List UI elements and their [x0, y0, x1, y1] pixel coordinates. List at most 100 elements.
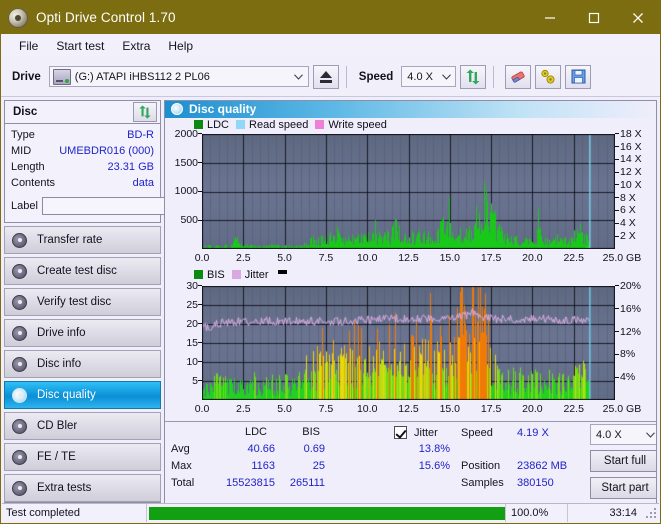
y2-tick-label: 2 X	[620, 230, 636, 243]
sidebar-item-verify-test-disc[interactable]: Verify test disc	[4, 288, 161, 316]
chevron-down-icon	[437, 73, 455, 80]
content-header: Disc quality	[165, 101, 656, 118]
progress-bar	[149, 506, 505, 520]
sidebar: Disc Type BD-R MID UMEBDR016 (000) Lengt…	[4, 100, 246, 516]
resize-grip[interactable]	[645, 504, 659, 522]
sidebar-item-transfer-rate[interactable]: Transfer rate	[4, 226, 161, 254]
x-tick-label: 7.5	[318, 251, 334, 264]
disc-refresh-button[interactable]	[133, 102, 157, 122]
wrench-icon	[541, 69, 555, 83]
menu-start-test[interactable]: Start test	[47, 36, 113, 56]
menu-file[interactable]: File	[10, 36, 47, 56]
position-stat-label: Position	[461, 460, 501, 473]
disc-key-mid: MID	[11, 145, 32, 157]
y2-tick-mark	[615, 222, 619, 224]
legend-swatch-write-speed	[315, 120, 325, 130]
stats-row-total: Total	[171, 477, 195, 490]
stats-speed-select[interactable]: 4.0 X	[590, 424, 656, 446]
eject-button[interactable]	[312, 64, 339, 89]
x-tick-label: 2.5	[235, 402, 251, 415]
disc-row-length: Length 23.31 GB	[5, 159, 160, 175]
y-tick-label: 500	[180, 214, 198, 227]
jitter-checkbox[interactable]	[394, 426, 407, 440]
y-tick-label: 30	[186, 279, 198, 292]
disc-value-mid: UMEBDR016 (000)	[59, 145, 154, 157]
ldc-chart: LDC Read speed Write speed 2000 1500 1000 5…	[165, 118, 656, 268]
start-full-button[interactable]: Start full	[590, 450, 656, 473]
y2-tick-mark	[615, 184, 619, 186]
y2-tick-mark	[615, 133, 619, 135]
x-tick-label: 17.5	[480, 402, 502, 415]
erase-button[interactable]	[505, 64, 532, 89]
sidebar-item-disc-quality[interactable]: Disc quality	[4, 381, 161, 409]
speed-select-value: 4.0 X	[407, 70, 433, 83]
status-message: Test completed	[6, 507, 80, 519]
sidebar-item-create-test-disc[interactable]: Create test disc	[4, 257, 161, 285]
y2-tick-mark	[615, 171, 619, 173]
y-tick-label: 1000	[174, 185, 198, 198]
legend-marker-black	[277, 269, 287, 274]
x-tick-label: 17.5	[480, 251, 502, 264]
toolbar-divider-2	[493, 65, 495, 88]
x-tick-label: 12.5	[398, 402, 419, 415]
speed-label: Speed	[358, 70, 394, 83]
stats-row-max: Max	[171, 460, 192, 473]
minimize-button[interactable]	[528, 1, 572, 34]
x-tick-label: 10.0	[356, 251, 378, 264]
legend-label-write-speed: Write speed	[328, 118, 387, 131]
y-tick-mark	[198, 304, 202, 306]
y-tick-mark	[198, 380, 202, 382]
disc-icon	[12, 449, 27, 465]
bis-plot-area: 30 25 20 15 10 5 20% 16% 12% 8% 4% 0.0 2.5 5.0 7.5 10.0…	[165, 268, 656, 421]
sidebar-item-disc-info[interactable]: Disc info	[4, 350, 161, 378]
y-tick-label: 25	[186, 298, 198, 311]
y-tick-label: 15	[186, 336, 198, 349]
maximize-button[interactable]	[572, 1, 616, 34]
toolbar: Drive (G:) ATAPI iHBS112 2 PL06 Speed 4.…	[1, 57, 660, 97]
save-button[interactable]	[565, 64, 592, 89]
status-bar: Test completed 100.0% 33:14	[2, 503, 659, 522]
y2-tick-label: 4%	[620, 371, 636, 384]
y-tick-mark	[198, 133, 202, 135]
start-part-button[interactable]: Start part	[590, 477, 656, 500]
samples-stat-value: 380150	[517, 477, 554, 490]
y-tick-label: 20	[186, 317, 198, 330]
legend-swatch-read-speed	[236, 120, 246, 130]
drive-select[interactable]: (G:) ATAPI iHBS112 2 PL06	[48, 66, 309, 87]
speed-select[interactable]: 4.0 X	[401, 66, 457, 87]
toolbar-divider	[345, 65, 347, 88]
refresh-icon	[139, 105, 151, 119]
x-tick-label: 25.0 GB	[602, 251, 642, 264]
refresh-button[interactable]	[460, 64, 487, 89]
disc-icon	[12, 263, 27, 279]
legend-label-read-speed: Read speed	[249, 118, 309, 131]
disc-icon	[12, 356, 27, 372]
close-button[interactable]	[616, 1, 660, 34]
eject-icon	[319, 70, 332, 83]
main-area: Disc Type BD-R MID UMEBDR016 (000) Lengt…	[1, 97, 660, 516]
stats-bis-avg: 0.69	[303, 443, 325, 456]
stats-row-avg: Avg	[171, 443, 190, 456]
x-tick-label: 22.5	[563, 251, 584, 264]
sidebar-item-cd-bler[interactable]: CD Bler	[4, 412, 161, 440]
disc-key-contents: Contents	[11, 177, 56, 189]
stats-panel: LDC BIS Avg Max Total 40.66 1163 1552381…	[165, 421, 656, 505]
y2-tick-mark	[615, 235, 619, 237]
ldc-chart-legend: LDC Read speed Write speed	[194, 119, 387, 131]
legend-label-bis: BIS	[207, 268, 225, 281]
menu-extra[interactable]: Extra	[113, 36, 159, 56]
progress-percent: 100.0%	[505, 504, 567, 522]
sidebar-item-extra-tests[interactable]: Extra tests	[4, 474, 161, 502]
disc-panel-header: Disc	[5, 101, 160, 124]
x-tick-label: 5.0	[277, 251, 292, 264]
tools-button[interactable]	[535, 64, 562, 89]
y2-tick-mark	[615, 331, 619, 333]
sidebar-item-fe-te[interactable]: FE / TE	[4, 443, 161, 471]
progress-cell	[146, 504, 505, 522]
stats-ldc-total: 15523815	[226, 477, 275, 490]
y2-tick-mark	[615, 197, 619, 199]
stats-speed-select-value: 4.0 X	[596, 428, 622, 441]
y2-tick-mark	[615, 209, 619, 211]
menu-help[interactable]: Help	[159, 36, 202, 56]
sidebar-item-drive-info[interactable]: Drive info	[4, 319, 161, 347]
